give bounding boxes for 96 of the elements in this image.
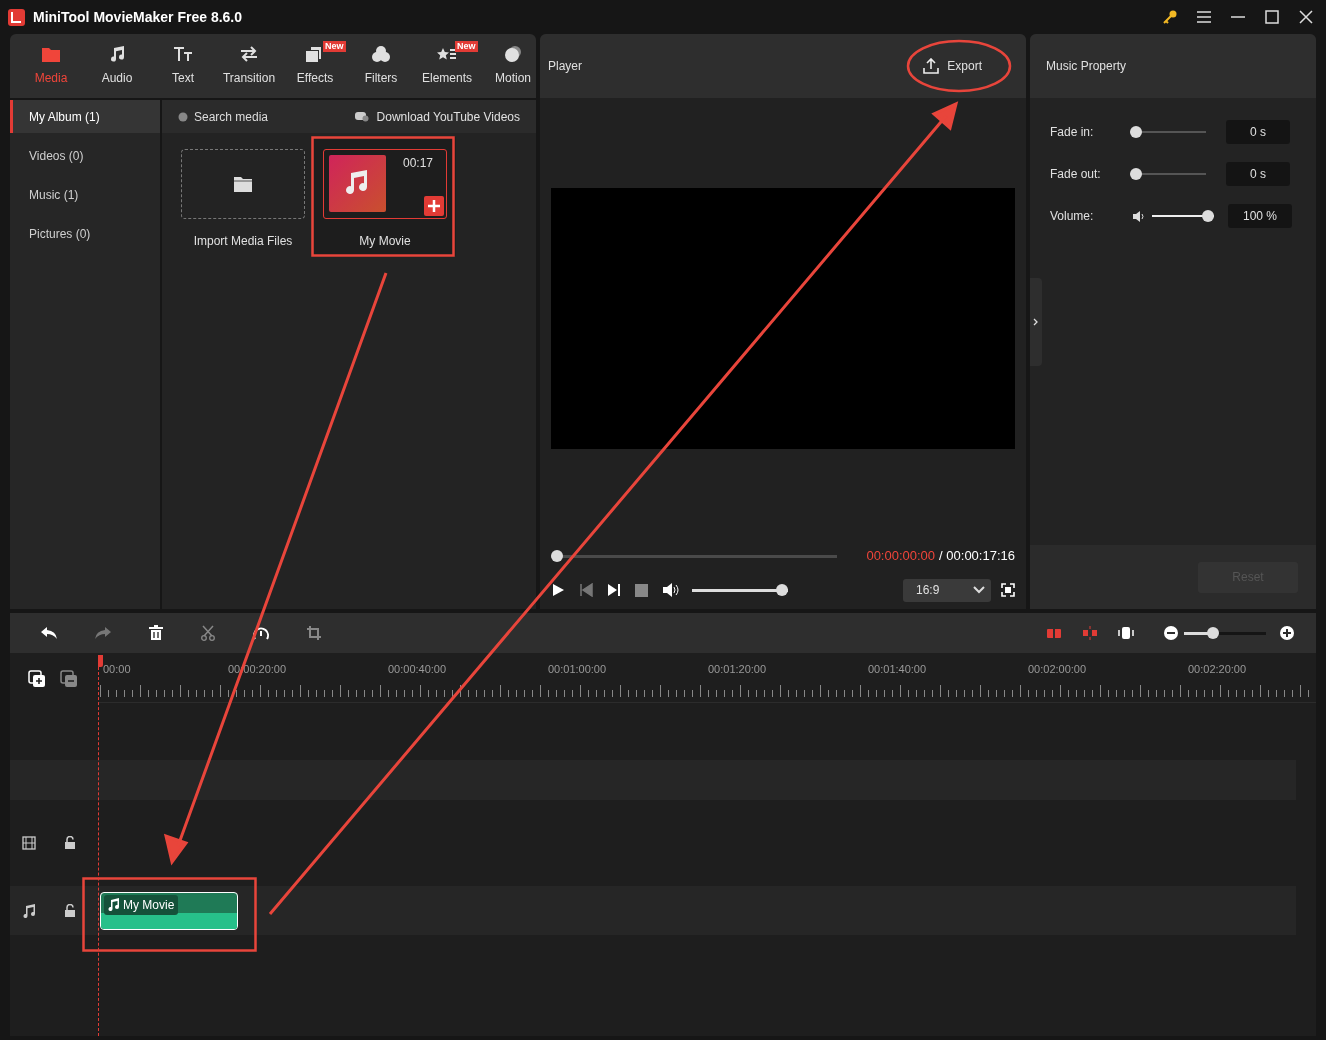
library-nav-item[interactable]: My Album (1) bbox=[10, 100, 160, 133]
zoom-in-icon[interactable] bbox=[1280, 626, 1294, 640]
delete-icon[interactable] bbox=[148, 625, 164, 641]
volume-slider[interactable] bbox=[692, 584, 788, 596]
property-label: Volume: bbox=[1050, 208, 1095, 225]
upload-icon bbox=[923, 58, 940, 74]
text-icon bbox=[173, 45, 193, 63]
circles-icon bbox=[371, 45, 391, 63]
add-track-icon[interactable] bbox=[28, 670, 46, 688]
volume-thumb[interactable] bbox=[776, 584, 788, 596]
property-slider[interactable] bbox=[1130, 168, 1206, 180]
window-title: MiniTool MovieMaker Free 8.6.0 bbox=[33, 7, 243, 27]
toolbar-tab[interactable]: Filters bbox=[348, 38, 414, 94]
swap-arrows-icon bbox=[239, 45, 259, 63]
clip-duration: 00:17 bbox=[402, 155, 433, 172]
redo-icon[interactable] bbox=[94, 626, 112, 640]
import-media-button[interactable] bbox=[181, 149, 305, 219]
ruler-label: 00:00:40:00 bbox=[388, 662, 447, 677]
ruler-label: 00:01:40:00 bbox=[868, 662, 927, 677]
media-clip-card[interactable]: 00:17 My Movie bbox=[314, 137, 456, 256]
aspect-ratio-dropdown[interactable]: 16:9 bbox=[903, 578, 991, 602]
export-button[interactable]: Export bbox=[923, 57, 982, 75]
app-logo-icon bbox=[8, 8, 25, 26]
music-note-icon bbox=[22, 903, 36, 918]
download-link[interactable]: Download YouTube Videos bbox=[376, 107, 520, 126]
new-badge: New bbox=[455, 41, 478, 52]
video-download-icon bbox=[354, 111, 369, 122]
chevron-down-icon bbox=[973, 586, 985, 594]
audio-clip[interactable]: My Movie bbox=[100, 891, 238, 930]
add-icon[interactable] bbox=[424, 196, 444, 216]
music-thumbnail bbox=[329, 155, 386, 212]
speedometer-icon[interactable] bbox=[252, 625, 270, 641]
zoom-out-icon[interactable] bbox=[1164, 626, 1178, 640]
playhead-handle[interactable] bbox=[98, 655, 103, 667]
total-time: / 00:00:17:16 bbox=[939, 547, 1015, 566]
collapse-handle[interactable] bbox=[1030, 278, 1042, 366]
undo-icon[interactable] bbox=[40, 626, 58, 640]
new-badge: New bbox=[323, 41, 346, 52]
search-field[interactable]: Search media bbox=[194, 107, 334, 126]
slider-thumb[interactable] bbox=[1130, 168, 1142, 180]
ruler-label: 00:02:20:00 bbox=[1188, 662, 1247, 677]
music-note-icon bbox=[108, 898, 120, 911]
maximize-icon[interactable] bbox=[1264, 10, 1280, 24]
folder-icon bbox=[41, 45, 61, 63]
ruler-label: 00:01:20:00 bbox=[708, 662, 767, 677]
toolbar-tab[interactable]: Text bbox=[150, 38, 216, 94]
ruler-label: 00:01:00:00 bbox=[548, 662, 607, 677]
progress-thumb[interactable] bbox=[551, 549, 563, 562]
library-nav-item[interactable]: Pictures (0) bbox=[10, 217, 160, 250]
next-frame-icon[interactable] bbox=[607, 583, 621, 597]
chevron-right-icon bbox=[1033, 318, 1039, 326]
fullscreen-icon[interactable] bbox=[1001, 583, 1015, 597]
key-icon[interactable] bbox=[1162, 9, 1178, 25]
ruler-label: 00:00 bbox=[103, 662, 131, 677]
library-nav-item[interactable]: Music (1) bbox=[10, 178, 160, 211]
slider-thumb[interactable] bbox=[1202, 210, 1214, 222]
stop-icon[interactable] bbox=[635, 583, 648, 597]
property-slider[interactable] bbox=[1130, 126, 1206, 138]
property-slider[interactable] bbox=[1152, 210, 1214, 222]
fit-timeline-icon[interactable] bbox=[1118, 626, 1134, 640]
menu-icon[interactable] bbox=[1196, 10, 1212, 24]
previous-frame-icon[interactable] bbox=[579, 583, 593, 597]
speaker-icon[interactable] bbox=[662, 583, 680, 597]
toolbar-tab[interactable]: Transition bbox=[216, 38, 282, 94]
unlocked-icon[interactable] bbox=[64, 836, 76, 850]
crop-icon[interactable] bbox=[306, 625, 322, 641]
speaker-icon bbox=[1132, 210, 1146, 222]
value-field[interactable]: 0 s bbox=[1226, 120, 1290, 144]
play-icon[interactable] bbox=[551, 583, 565, 597]
value-field[interactable]: 100 % bbox=[1228, 204, 1292, 228]
ruler-label: 00:02:00:00 bbox=[1028, 662, 1087, 677]
split-icon[interactable] bbox=[1046, 626, 1062, 640]
scissors-icon[interactable] bbox=[200, 625, 216, 641]
music-note-icon bbox=[108, 45, 126, 63]
toolbar-tab[interactable]: Media bbox=[18, 38, 84, 94]
value-field[interactable]: 0 s bbox=[1226, 162, 1290, 186]
remove-track-icon[interactable] bbox=[60, 670, 78, 688]
current-time: 00:00:00:00 bbox=[866, 547, 936, 566]
slider-thumb[interactable] bbox=[1130, 126, 1142, 138]
panel-title: Music Property bbox=[1046, 58, 1127, 75]
close-icon[interactable] bbox=[1298, 9, 1314, 25]
property-label: Fade in: bbox=[1050, 124, 1095, 141]
film-icon bbox=[22, 836, 36, 850]
property-label: Fade out: bbox=[1050, 166, 1102, 183]
clip-label: My Movie bbox=[123, 896, 175, 914]
sphere-icon bbox=[503, 45, 523, 63]
media-label: My Movie bbox=[359, 233, 411, 250]
search-icon bbox=[178, 111, 188, 122]
zoom-thumb[interactable] bbox=[1206, 626, 1219, 639]
folder-icon bbox=[233, 175, 253, 193]
media-label: Import Media Files bbox=[193, 233, 293, 250]
detach-icon[interactable] bbox=[1082, 626, 1098, 640]
unlocked-icon[interactable] bbox=[64, 903, 76, 918]
toolbar-tab[interactable]: Audio bbox=[84, 38, 150, 94]
panel-title: Player bbox=[548, 58, 582, 75]
library-nav-item[interactable]: Videos (0) bbox=[10, 139, 160, 172]
